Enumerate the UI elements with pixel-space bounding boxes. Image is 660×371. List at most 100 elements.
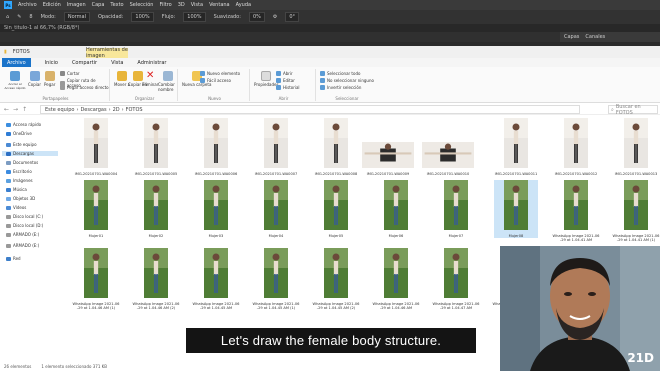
file-thumbnail[interactable]: IMG-20210701-WA0004: [74, 118, 118, 176]
file-thumbnail[interactable]: IMG-20210701-WA0007: [254, 118, 298, 176]
file-thumbnail[interactable]: WhatsApp Image 2021-06 -29 at 1.04.45 AM…: [253, 248, 299, 310]
easy-access-button[interactable]: Fácil acceso: [200, 78, 231, 83]
cut-button[interactable]: Cortar: [60, 71, 80, 76]
file-thumbnail[interactable]: WhatsApp Image 2021-06 -29 at 1.04.46 AM…: [133, 248, 179, 310]
doc-tab[interactable]: Sin_titulo-1 al 66,7% (RGB/8*): [4, 25, 79, 31]
file-thumbnail[interactable]: IMG-20210701-WA0010: [420, 142, 476, 176]
file-thumbnail[interactable]: IMG-20210701-WA0009: [360, 142, 416, 176]
address-field[interactable]: Este equipo › Descargas › 2D › FOTOS: [40, 105, 580, 114]
ps-menu-file[interactable]: Archivo: [18, 2, 37, 8]
nav-network[interactable]: Red: [6, 256, 21, 261]
file-thumbnail[interactable]: Mujer08: [494, 180, 538, 238]
delete-button[interactable]: ✕ Eliminar: [142, 71, 158, 88]
file-thumbnail[interactable]: IMG-20210701-WA0013: [614, 118, 658, 176]
nav-music[interactable]: Música: [6, 187, 27, 192]
breadcrumb-3[interactable]: FOTOS: [126, 107, 143, 113]
file-thumbnail[interactable]: Mujer01: [74, 180, 118, 238]
tab-manage[interactable]: Administrar: [137, 60, 166, 66]
ps-menu-filter[interactable]: Filtro: [159, 2, 171, 8]
file-thumbnail[interactable]: Mujer03: [194, 180, 238, 238]
file-thumbnail[interactable]: Mujer04: [254, 180, 298, 238]
file-thumbnail[interactable]: Mujer06: [374, 180, 418, 238]
angle-field[interactable]: 0°: [285, 12, 300, 22]
ps-menu-3d[interactable]: 3D: [178, 2, 185, 8]
breadcrumb-0[interactable]: Este equipo: [45, 107, 74, 113]
copy-button[interactable]: Copiar: [28, 71, 41, 87]
properties-button[interactable]: Propiedades: [254, 71, 279, 87]
file-thumbnail[interactable]: IMG-20210701-WA0011: [494, 118, 538, 176]
opacity-field[interactable]: 100%: [131, 12, 154, 22]
nav-onedrive[interactable]: OneDrive: [6, 131, 32, 136]
context-tab[interactable]: Herramientas de imagen: [86, 47, 128, 59]
file-thumbnail[interactable]: Mujer02: [134, 180, 178, 238]
tab-view[interactable]: Vista: [111, 60, 123, 66]
file-thumbnail[interactable]: WhatsApp Image 2021-06 -29 at 1.04.45 AM…: [313, 248, 359, 310]
edit-button[interactable]: Editar: [276, 78, 295, 83]
thumbnail-image: [564, 180, 588, 232]
gear-icon[interactable]: ⚙: [273, 14, 277, 20]
file-thumbnail[interactable]: WhatsApp Image 2021-06 -29 at 1.04.47 AM: [433, 248, 479, 310]
invert-selection-button[interactable]: Invertir selección: [320, 85, 361, 90]
tab-file[interactable]: Archivo: [2, 58, 31, 67]
back-icon[interactable]: ←: [4, 106, 9, 113]
brush-icon[interactable]: ✎: [17, 14, 21, 20]
ps-menu-edit[interactable]: Edición: [43, 2, 61, 8]
nav-pictures[interactable]: Imágenes: [6, 178, 33, 183]
ps-menu-help[interactable]: Ayuda: [236, 2, 251, 8]
flow-field[interactable]: 100%: [183, 12, 206, 22]
select-all-button[interactable]: Seleccionar todo: [320, 71, 360, 76]
nav-disk-d[interactable]: Disco local (D:): [6, 223, 43, 228]
ps-menu-window[interactable]: Ventana: [209, 2, 230, 8]
file-thumbnail[interactable]: WhatsApp Image 2021-06 -29 at 1.04.41 AM: [553, 180, 599, 242]
file-thumbnail[interactable]: WhatsApp Image 2021-06 -29 at 1.04.45 AM: [193, 248, 239, 310]
smooth-field[interactable]: 0%: [248, 12, 265, 22]
tab-layers[interactable]: Capas: [564, 34, 579, 40]
home-icon[interactable]: ⌂: [6, 14, 9, 20]
file-thumbnail[interactable]: Mujer05: [314, 180, 358, 238]
ps-menu-select[interactable]: Selección: [130, 2, 154, 8]
thumbnail-image: [564, 118, 588, 170]
nav-videos[interactable]: Vídeos: [6, 205, 26, 210]
nav-disk-c[interactable]: Disco local (C:): [6, 214, 43, 219]
breadcrumb-2[interactable]: 2D: [113, 107, 120, 113]
file-thumbnail[interactable]: Mujer07: [434, 180, 478, 238]
file-thumbnail[interactable]: WhatsApp Image 2021-06 -29 at 1.04.46 AM: [373, 248, 419, 310]
select-none-button[interactable]: No seleccionar ninguno: [320, 78, 374, 83]
file-thumbnail[interactable]: IMG-20210701-WA0005: [134, 118, 178, 176]
invert-icon: [320, 85, 325, 90]
rename-button[interactable]: Cambiar nombre: [158, 71, 177, 92]
forward-icon[interactable]: →: [13, 106, 18, 113]
new-item-button[interactable]: Nuevo elemento: [200, 71, 240, 76]
open-button[interactable]: Abrir: [276, 71, 293, 76]
ps-menu-type[interactable]: Texto: [110, 2, 123, 8]
ps-menu-view[interactable]: Vista: [191, 2, 203, 8]
nav-disk-e[interactable]: ARMADO (E:): [6, 232, 39, 237]
breadcrumb-1[interactable]: Descargas: [80, 107, 106, 113]
file-thumbnail[interactable]: IMG-20210701-WA0006: [194, 118, 238, 176]
file-thumbnail[interactable]: WhatsApp Image 2021-06 -29 at 1.04.46 AM…: [73, 248, 119, 310]
tab-home[interactable]: Inicio: [45, 60, 58, 66]
pin-button[interactable]: Anclar al Acceso rápido: [4, 71, 26, 90]
tab-channels[interactable]: Canales: [585, 34, 605, 40]
history-button[interactable]: Historial: [276, 85, 300, 90]
paste-button[interactable]: Pegar: [44, 71, 55, 87]
tab-share[interactable]: Compartir: [72, 60, 97, 66]
navigation-pane: Acceso rápido OneDrive Este equipo Desca…: [0, 118, 62, 361]
mode-select[interactable]: Normal: [63, 12, 90, 22]
nav-documents[interactable]: Documentos: [6, 160, 38, 165]
nav-3d-objects[interactable]: Objetos 3D: [6, 196, 35, 201]
up-icon[interactable]: ↑: [22, 106, 27, 113]
search-input[interactable]: ⌕ Buscar en FOTOS: [608, 104, 658, 116]
nav-downloads[interactable]: Descargas: [2, 151, 58, 156]
ps-menu-image[interactable]: Imagen: [67, 2, 86, 8]
file-thumbnail[interactable]: IMG-20210701-WA0008: [314, 118, 358, 176]
file-thumbnail[interactable]: IMG-20210701-WA0012: [554, 118, 598, 176]
brush-size[interactable]: 8: [29, 14, 32, 20]
nav-disk-e-2[interactable]: ARMADO (E:): [6, 243, 39, 248]
paste-shortcut-button[interactable]: Pegar acceso directo: [60, 85, 109, 90]
file-thumbnail[interactable]: WhatsApp Image 2021-06 -29 at 1.04.41 AM…: [613, 180, 659, 242]
nav-this-pc[interactable]: Este equipo: [6, 142, 37, 147]
ps-menu-layer[interactable]: Capa: [92, 2, 105, 8]
nav-desktop[interactable]: Escritorio: [6, 169, 32, 174]
nav-quick-access[interactable]: Acceso rápido: [6, 122, 41, 127]
